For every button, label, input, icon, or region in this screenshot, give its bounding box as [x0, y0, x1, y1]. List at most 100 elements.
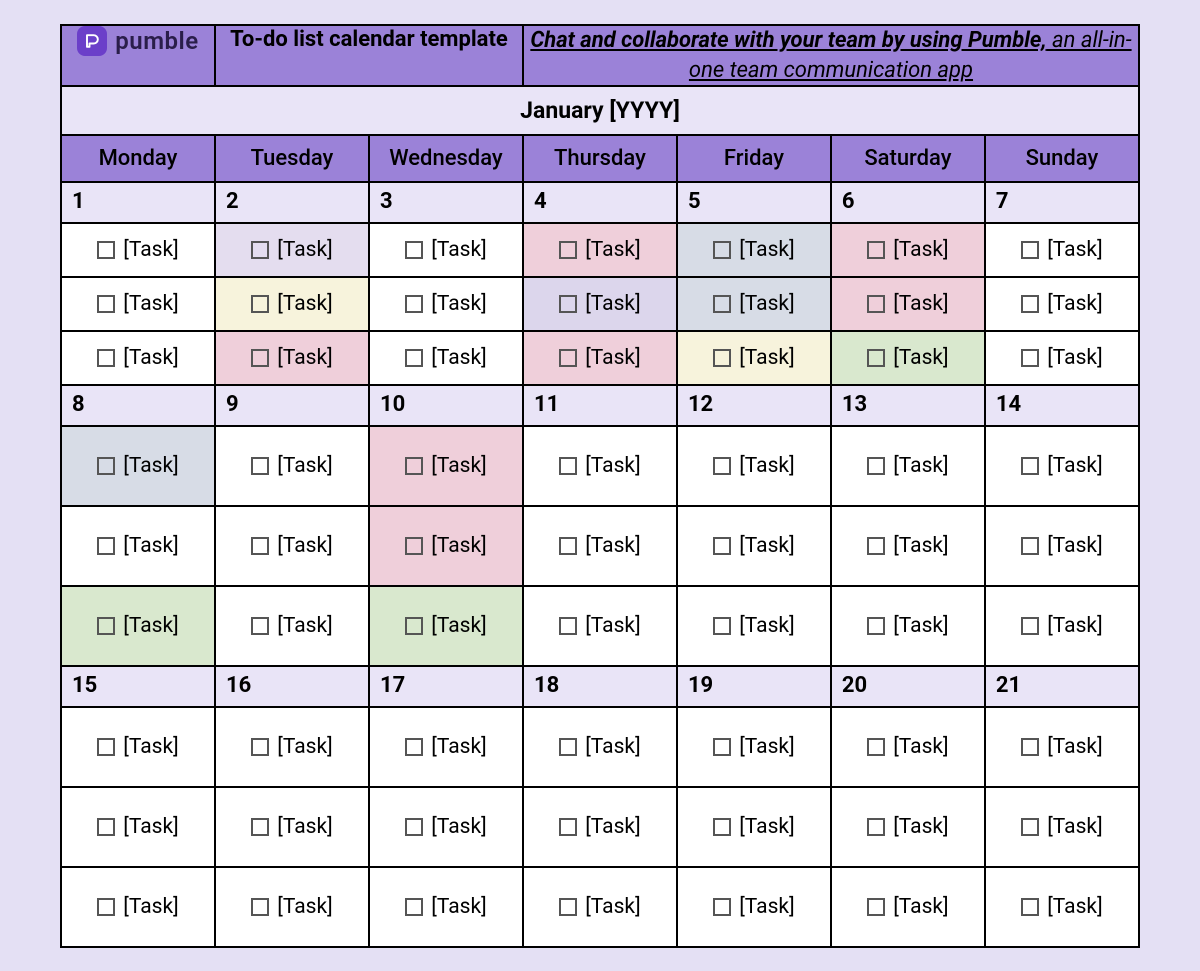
task-checkbox[interactable]	[251, 898, 269, 916]
task-cell[interactable]: [Task]	[831, 506, 985, 586]
task-cell[interactable]: [Task]	[831, 787, 985, 867]
task-checkbox[interactable]	[97, 457, 115, 475]
task-cell[interactable]: [Task]	[61, 586, 215, 666]
task-checkbox[interactable]	[1021, 818, 1039, 836]
task-cell[interactable]: [Task]	[61, 277, 215, 331]
task-checkbox[interactable]	[251, 818, 269, 836]
task-checkbox[interactable]	[559, 349, 577, 367]
task-cell[interactable]: [Task]	[985, 506, 1139, 586]
task-cell[interactable]: [Task]	[677, 787, 831, 867]
task-checkbox[interactable]	[405, 738, 423, 756]
task-cell[interactable]: [Task]	[831, 277, 985, 331]
promo-link[interactable]: Chat and collaborate with your team by u…	[530, 28, 1046, 53]
task-cell[interactable]: [Task]	[985, 586, 1139, 666]
task-cell[interactable]: [Task]	[523, 223, 677, 277]
task-cell[interactable]: [Task]	[61, 331, 215, 385]
task-cell[interactable]: [Task]	[985, 331, 1139, 385]
task-checkbox[interactable]	[559, 295, 577, 313]
task-checkbox[interactable]	[559, 738, 577, 756]
task-cell[interactable]: [Task]	[523, 586, 677, 666]
task-cell[interactable]: [Task]	[677, 426, 831, 506]
task-cell[interactable]: [Task]	[523, 426, 677, 506]
task-cell[interactable]: [Task]	[677, 586, 831, 666]
task-cell[interactable]: [Task]	[369, 426, 523, 506]
task-checkbox[interactable]	[559, 537, 577, 555]
task-checkbox[interactable]	[1021, 295, 1039, 313]
task-checkbox[interactable]	[867, 349, 885, 367]
task-checkbox[interactable]	[405, 898, 423, 916]
task-cell[interactable]: [Task]	[677, 506, 831, 586]
task-cell[interactable]: [Task]	[677, 223, 831, 277]
task-checkbox[interactable]	[713, 738, 731, 756]
task-cell[interactable]: [Task]	[369, 787, 523, 867]
task-cell[interactable]: [Task]	[61, 867, 215, 947]
task-checkbox[interactable]	[97, 349, 115, 367]
task-cell[interactable]: [Task]	[523, 277, 677, 331]
task-checkbox[interactable]	[97, 295, 115, 313]
task-checkbox[interactable]	[867, 617, 885, 635]
task-cell[interactable]: [Task]	[831, 223, 985, 277]
task-cell[interactable]: [Task]	[985, 867, 1139, 947]
task-checkbox[interactable]	[559, 898, 577, 916]
task-checkbox[interactable]	[405, 818, 423, 836]
task-checkbox[interactable]	[97, 818, 115, 836]
task-checkbox[interactable]	[97, 617, 115, 635]
task-checkbox[interactable]	[1021, 241, 1039, 259]
task-checkbox[interactable]	[867, 537, 885, 555]
task-checkbox[interactable]	[713, 898, 731, 916]
task-cell[interactable]: [Task]	[523, 707, 677, 787]
task-cell[interactable]: [Task]	[61, 426, 215, 506]
task-checkbox[interactable]	[405, 241, 423, 259]
task-checkbox[interactable]	[251, 537, 269, 555]
task-checkbox[interactable]	[251, 241, 269, 259]
task-checkbox[interactable]	[97, 898, 115, 916]
task-cell[interactable]: [Task]	[677, 277, 831, 331]
task-cell[interactable]: [Task]	[215, 331, 369, 385]
task-cell[interactable]: [Task]	[215, 506, 369, 586]
task-checkbox[interactable]	[559, 457, 577, 475]
task-checkbox[interactable]	[1021, 898, 1039, 916]
task-checkbox[interactable]	[867, 898, 885, 916]
task-cell[interactable]: [Task]	[831, 426, 985, 506]
task-checkbox[interactable]	[867, 295, 885, 313]
task-checkbox[interactable]	[559, 617, 577, 635]
task-checkbox[interactable]	[713, 818, 731, 836]
task-checkbox[interactable]	[251, 617, 269, 635]
task-checkbox[interactable]	[867, 818, 885, 836]
task-checkbox[interactable]	[713, 349, 731, 367]
task-checkbox[interactable]	[1021, 457, 1039, 475]
task-checkbox[interactable]	[405, 295, 423, 313]
task-checkbox[interactable]	[97, 738, 115, 756]
task-checkbox[interactable]	[867, 457, 885, 475]
task-cell[interactable]: [Task]	[677, 707, 831, 787]
task-checkbox[interactable]	[713, 617, 731, 635]
task-cell[interactable]: [Task]	[369, 586, 523, 666]
task-cell[interactable]: [Task]	[369, 506, 523, 586]
task-checkbox[interactable]	[1021, 617, 1039, 635]
task-cell[interactable]: [Task]	[985, 223, 1139, 277]
task-checkbox[interactable]	[1021, 537, 1039, 555]
task-checkbox[interactable]	[713, 295, 731, 313]
task-checkbox[interactable]	[713, 537, 731, 555]
task-cell[interactable]: [Task]	[215, 223, 369, 277]
task-cell[interactable]: [Task]	[831, 331, 985, 385]
task-checkbox[interactable]	[251, 457, 269, 475]
task-cell[interactable]: [Task]	[985, 426, 1139, 506]
task-cell[interactable]: [Task]	[831, 707, 985, 787]
task-cell[interactable]: [Task]	[215, 277, 369, 331]
task-checkbox[interactable]	[405, 537, 423, 555]
task-cell[interactable]: [Task]	[61, 506, 215, 586]
task-cell[interactable]: [Task]	[215, 707, 369, 787]
task-checkbox[interactable]	[713, 457, 731, 475]
task-cell[interactable]: [Task]	[985, 277, 1139, 331]
task-cell[interactable]: [Task]	[215, 867, 369, 947]
task-checkbox[interactable]	[1021, 738, 1039, 756]
task-checkbox[interactable]	[405, 349, 423, 367]
task-cell[interactable]: [Task]	[369, 707, 523, 787]
task-checkbox[interactable]	[559, 241, 577, 259]
task-cell[interactable]: [Task]	[215, 787, 369, 867]
task-cell[interactable]: [Task]	[523, 867, 677, 947]
task-cell[interactable]: [Task]	[369, 223, 523, 277]
task-checkbox[interactable]	[713, 241, 731, 259]
task-cell[interactable]: [Task]	[61, 787, 215, 867]
